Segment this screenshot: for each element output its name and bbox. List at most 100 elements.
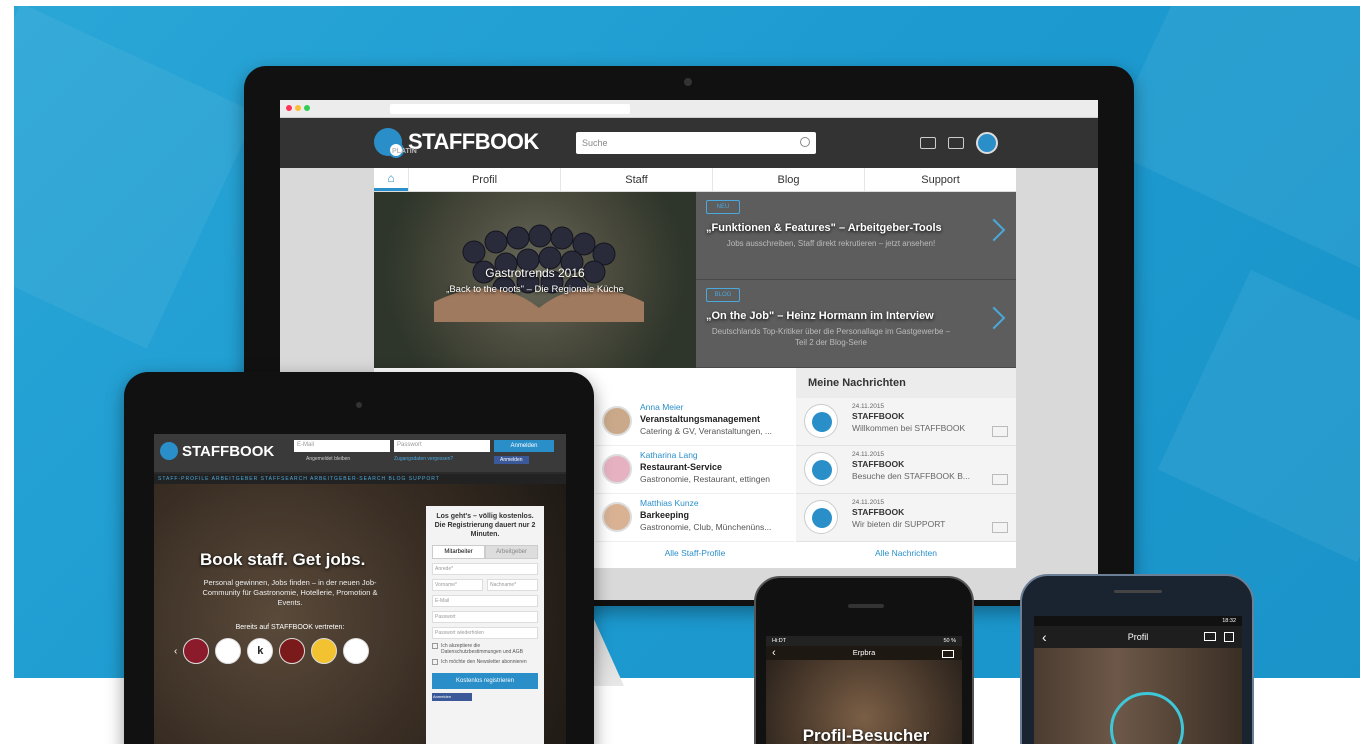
home-icon[interactable]: ⌂	[374, 168, 408, 191]
chevron-right-icon[interactable]	[982, 218, 1006, 242]
partner-logo[interactable]	[343, 638, 370, 664]
app-bar-title: Profil	[1127, 632, 1149, 642]
message-text: Besuche den STAFFBOOK B...	[852, 471, 970, 481]
partners-heading: Bereits auf STAFFBOOK vertreten:	[235, 624, 345, 631]
back-arrow-icon[interactable]: ‹	[772, 646, 776, 660]
nav-profil[interactable]: Profil	[408, 168, 560, 191]
partner-logo[interactable]	[279, 638, 306, 664]
firstname-field[interactable]: Vorname*	[432, 579, 483, 591]
site-header: STAFFBOOK PLATIN Suche	[280, 118, 1098, 168]
profile-name[interactable]: Katharina Lang	[640, 450, 698, 460]
message-text: Willkommen bei STAFFBOOK	[852, 423, 966, 433]
phone-speaker	[1114, 590, 1162, 593]
newsletter-label: Ich möchte den Newsletter abonnieren	[441, 659, 527, 665]
staffbook-logo[interactable]: STAFFBOOK	[160, 442, 274, 460]
search-input[interactable]: Suche	[576, 132, 816, 154]
all-profiles-link[interactable]: Alle Staff-Profile	[596, 548, 794, 558]
login-email-input[interactable]: E-Mail	[294, 440, 390, 452]
partner-logo[interactable]	[183, 638, 210, 664]
profile-role: Restaurant-Service	[640, 462, 723, 472]
profile-desc: Gastronomie, Restaurant, ettingen	[640, 474, 770, 484]
tab-arbeitgeber[interactable]: Arbeitgeber	[485, 545, 538, 559]
tablet-header: STAFFBOOK E-Mail Passwort Anmelden Angem…	[154, 434, 566, 472]
password-repeat-field[interactable]: Passwort wiederholen	[432, 627, 538, 639]
partner-logo[interactable]: k	[247, 638, 274, 664]
staffbook-avatar-icon	[804, 452, 838, 486]
camera-dot	[684, 78, 692, 86]
message-item[interactable]: 24.11.2015 STAFFBOOK Besuche den STAFFBO…	[796, 446, 1016, 494]
avatar	[602, 502, 632, 532]
phone-speaker	[848, 604, 884, 608]
staff-profile-item[interactable]: Matthias Kunze Barkeeping Gastronomie, C…	[596, 494, 794, 542]
envelope-icon[interactable]	[992, 522, 1008, 533]
staffbook-avatar-icon	[804, 500, 838, 534]
main-nav: ⌂ Profil Staff Blog Support	[374, 168, 1016, 192]
register-button[interactable]: Kostenlos registrieren	[432, 673, 538, 689]
bg-shape	[14, 6, 257, 349]
login-button[interactable]: Anmelden	[494, 440, 554, 452]
password-field[interactable]: Passwort	[432, 611, 538, 623]
newsletter-checkbox[interactable]: Ich möchte den Newsletter abonnieren	[432, 659, 538, 665]
envelope-icon[interactable]	[992, 426, 1008, 437]
teaser-card[interactable]: NEU „Funktionen & Features" – Arbeitgebe…	[696, 192, 1016, 280]
logo-icon	[160, 442, 178, 460]
message-date: 24.11.2015	[852, 451, 885, 458]
status-bar: Hi:DT 50 %	[766, 636, 962, 646]
chat-icon[interactable]	[948, 137, 964, 149]
envelope-icon[interactable]	[992, 474, 1008, 485]
forgot-link[interactable]: Zugangsdaten vergessen?	[394, 456, 453, 462]
back-arrow-icon[interactable]: ‹	[1042, 626, 1047, 648]
hero-banner[interactable]: Gastrotrends 2016 „Back to the roots" – …	[374, 192, 696, 368]
iphone-screen: Hi:DT 50 % ‹ Erpbra Profil-Besucher	[766, 636, 962, 744]
chevron-right-icon[interactable]	[982, 306, 1006, 330]
mail-icon[interactable]	[1204, 632, 1216, 641]
facebook-register-button[interactable]: Anmelden	[432, 693, 472, 701]
url-bar[interactable]	[390, 104, 630, 114]
message-sender: STAFFBOOK	[852, 411, 905, 421]
facebook-login-button[interactable]: Anmelden	[494, 456, 529, 464]
chevron-left-icon[interactable]: ‹	[174, 646, 177, 657]
mail-icon[interactable]	[920, 137, 936, 149]
nav-staff[interactable]: Staff	[560, 168, 712, 191]
search-icon[interactable]	[800, 137, 810, 147]
staffbook-avatar-icon	[804, 404, 838, 438]
teaser-card[interactable]: BLOG „On the Job" – Heinz Hormann im Int…	[696, 280, 1016, 368]
partner-logos: ‹ k	[174, 638, 370, 664]
email-field[interactable]: E-Mail	[432, 595, 538, 607]
message-text: Wir bieten dir SUPPORT	[852, 519, 946, 529]
all-messages-link[interactable]: Alle Nachrichten	[796, 548, 1016, 558]
app-bar-title: Erpbra	[852, 648, 876, 657]
nav-support[interactable]: Support	[864, 168, 1016, 191]
tab-mitarbeiter[interactable]: Mitarbeiter	[432, 545, 485, 559]
profile-name[interactable]: Matthias Kunze	[640, 498, 699, 508]
battery-level: 50 %	[943, 638, 956, 644]
partner-logo[interactable]	[311, 638, 338, 664]
login-password-input[interactable]: Passwort	[394, 440, 490, 452]
chat-icon[interactable]	[1224, 632, 1234, 642]
message-item[interactable]: 24.11.2015 STAFFBOOK Wir bieten dir SUPP…	[796, 494, 1016, 542]
tablet-nav[interactable]: STAFF-PROFILE ARBEITGEBER STAFFSEARCH AR…	[154, 474, 566, 484]
message-sender: STAFFBOOK	[852, 507, 905, 517]
user-avatar[interactable]	[976, 132, 998, 154]
profile-role: Barkeeping	[640, 510, 690, 520]
avatar	[602, 454, 632, 484]
partner-logo[interactable]	[215, 638, 242, 664]
hero-background: STAFFBOOK PLATIN Suche ⌂ Profil Staff Bl…	[14, 6, 1360, 744]
salutation-select[interactable]: Anrede*	[432, 563, 538, 575]
profile-name[interactable]: Anna Meier	[640, 402, 683, 412]
window-controls[interactable]	[286, 105, 310, 111]
mail-icon[interactable]	[942, 650, 954, 658]
status-bar: 18:32	[1034, 616, 1242, 626]
remember-checkbox-label[interactable]: Angemeldet bleiben	[306, 456, 350, 462]
app-bar: ‹ Erpbra	[766, 646, 962, 660]
tablet-intro-text: Personal gewinnen, Jobs finden – in der …	[202, 578, 378, 607]
teaser-tag: NEU	[706, 200, 740, 214]
staff-profile-item[interactable]: Anna Meier Veranstaltungsmanagement Cate…	[596, 398, 794, 446]
message-item[interactable]: 24.11.2015 STAFFBOOK Willkommen bei STAF…	[796, 398, 1016, 446]
nav-blog[interactable]: Blog	[712, 168, 864, 191]
terms-checkbox[interactable]: Ich akzeptiere die Datenschutzbestimmung…	[432, 643, 538, 655]
staff-profile-item[interactable]: Katharina Lang Restaurant-Service Gastro…	[596, 446, 794, 494]
browser-toolbar	[280, 100, 1098, 118]
app-bar: ‹ Profil	[1034, 626, 1242, 648]
lastname-field[interactable]: Nachname*	[487, 579, 538, 591]
